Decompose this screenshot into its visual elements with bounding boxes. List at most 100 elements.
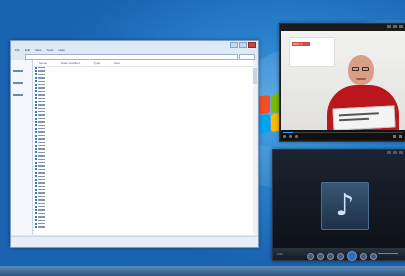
file-icon [35, 222, 37, 225]
shuffle-button[interactable] [307, 252, 314, 260]
mute-button[interactable] [370, 252, 377, 260]
file-icon [35, 202, 37, 205]
file-name [38, 199, 45, 201]
file-name [38, 138, 45, 140]
file-icon [35, 154, 37, 157]
file-icon [35, 131, 37, 134]
file-icon [35, 134, 37, 137]
video-player-window[interactable]: PART 4 [279, 23, 405, 142]
file-icon [35, 127, 37, 130]
file-explorer-window[interactable]: File Edit View Tools Help Name Date modi… [10, 40, 259, 248]
file-name [38, 87, 45, 89]
file-icon [35, 215, 37, 218]
seek-bar[interactable] [283, 132, 403, 133]
file-list-pane[interactable]: Name Date modified Type Size [33, 60, 257, 235]
file-icon [35, 120, 37, 123]
file-icon [35, 205, 37, 208]
file-icon [35, 83, 37, 86]
menu-item-file[interactable]: File [15, 48, 20, 53]
file-icon [35, 103, 37, 106]
slide-title: PART 4 [293, 42, 302, 46]
close-button[interactable] [399, 151, 403, 154]
column-header-date[interactable]: Date modified [61, 61, 80, 65]
file-name [38, 83, 45, 86]
play-button[interactable] [347, 251, 357, 261]
file-icon [35, 100, 37, 103]
file-name [38, 209, 45, 211]
video-controls [281, 130, 405, 140]
fullscreen-button[interactable] [399, 135, 402, 138]
menu-item-tools[interactable]: Tools [46, 48, 53, 53]
file-name [38, 107, 45, 110]
file-icon [35, 90, 37, 93]
repeat-button[interactable] [317, 252, 324, 260]
file-name [38, 206, 45, 208]
taskbar[interactable] [0, 266, 405, 276]
nav-item[interactable] [13, 70, 23, 72]
file-icon [35, 209, 37, 212]
menu-item-edit[interactable]: Edit [25, 48, 30, 53]
window-controls [387, 151, 403, 154]
nav-item[interactable] [13, 82, 23, 84]
file-icon [35, 80, 37, 83]
transport-buttons [307, 251, 377, 261]
file-name [38, 175, 45, 177]
file-icon [35, 192, 37, 195]
file-name [38, 178, 45, 181]
navigation-pane[interactable] [11, 60, 33, 235]
file-icon [35, 171, 37, 174]
maximize-button[interactable] [393, 25, 397, 28]
file-icon [35, 168, 37, 171]
file-icon [35, 188, 37, 191]
minimize-button[interactable] [387, 25, 391, 28]
nav-item[interactable] [13, 94, 23, 96]
file-icon [35, 161, 37, 164]
menu-item-view[interactable]: View [35, 48, 41, 53]
stop-button[interactable] [289, 135, 292, 138]
play-button[interactable] [283, 135, 286, 138]
stop-button[interactable] [327, 252, 334, 260]
file-name [38, 185, 45, 188]
file-icon [35, 198, 37, 201]
close-button[interactable] [399, 25, 403, 28]
file-icon [35, 165, 37, 168]
presenter-mouth [356, 78, 366, 80]
maximize-button[interactable] [393, 151, 397, 154]
file-name [38, 219, 45, 221]
volume-slider[interactable] [378, 253, 398, 254]
music-note-icon: ♪ [335, 188, 355, 223]
column-header-size[interactable]: Size [114, 61, 120, 65]
file-icon [35, 110, 37, 113]
file-name [38, 226, 45, 228]
file-icon [35, 137, 37, 140]
file-name [38, 80, 45, 82]
next-button[interactable] [295, 135, 298, 138]
album-art: ♪ [321, 182, 369, 230]
file-icon [35, 158, 37, 161]
window-controls [387, 25, 403, 28]
explorer-title-bar[interactable] [11, 41, 258, 48]
file-name [38, 172, 45, 174]
file-icon [35, 175, 37, 178]
file-icon [35, 87, 37, 90]
column-header-type[interactable]: Type [94, 61, 101, 65]
file-name [38, 77, 45, 79]
next-button[interactable] [360, 252, 367, 260]
column-header-name[interactable]: Name [39, 61, 47, 65]
file-name [38, 222, 45, 225]
file-icon [35, 107, 37, 110]
scrollbar-thumb[interactable] [253, 68, 257, 84]
file-name [38, 117, 45, 120]
minimize-button[interactable] [387, 151, 391, 154]
video-frame[interactable]: PART 4 [281, 31, 405, 130]
media-player-window[interactable]: ♪ 0:00 [272, 149, 405, 261]
menu-item-help[interactable]: Help [58, 48, 64, 53]
previous-button[interactable] [337, 252, 344, 260]
volume-icon[interactable] [393, 135, 396, 138]
file-row[interactable] [35, 225, 47, 229]
vertical-scrollbar[interactable] [253, 60, 257, 235]
file-list [35, 66, 47, 229]
file-icon [35, 226, 37, 229]
column-headers: Name Date modified Type Size [33, 60, 257, 67]
view-buttons [393, 135, 402, 138]
